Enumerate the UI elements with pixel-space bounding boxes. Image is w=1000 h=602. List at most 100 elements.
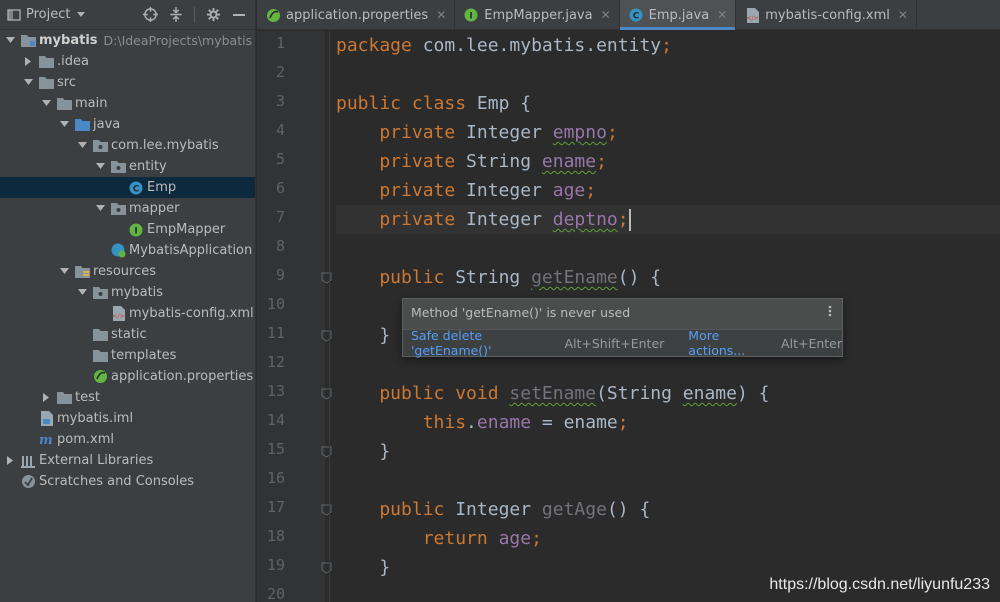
tree-item[interactable]: entity (0, 156, 255, 177)
tree-item-label: External Libraries (39, 453, 154, 468)
code-line[interactable] (336, 234, 1000, 263)
tree-item[interactable]: resources (0, 261, 255, 282)
gear-icon[interactable] (205, 7, 221, 23)
code-token: () { (617, 267, 662, 288)
interface-icon: I (128, 222, 144, 238)
code-line[interactable]: private String ename; (336, 147, 1000, 176)
tree-item[interactable]: com.lee.mybatis (0, 135, 255, 156)
close-icon[interactable]: ✕ (898, 8, 908, 22)
close-icon[interactable]: ✕ (601, 8, 611, 22)
tree-item-label: test (75, 390, 100, 405)
code-line[interactable]: private Integer empno; (336, 118, 1000, 147)
tree-item[interactable]: MybatisApplication (0, 240, 255, 261)
editor-tab[interactable]: C Emp.java ✕ (619, 0, 737, 30)
tree-item[interactable]: src (0, 72, 255, 93)
line-number: 19 (266, 556, 285, 574)
project-view-selector[interactable]: Project (26, 7, 70, 22)
close-icon[interactable]: ✕ (436, 8, 446, 22)
code-line[interactable]: private Integer deptno; (336, 205, 1000, 234)
editor-tab[interactable]: application.properties ✕ (257, 0, 456, 30)
chevron-down-icon[interactable] (40, 98, 52, 110)
code-token: . (466, 412, 477, 433)
code-token: this (336, 412, 467, 433)
line-number: 15 (266, 440, 285, 458)
tree-item[interactable]: </> mybatis-config.xml (0, 303, 255, 324)
fold-marker-icon[interactable] (321, 446, 332, 458)
line-number: 13 (266, 382, 285, 400)
tree-item-label: mybatis (111, 285, 164, 300)
chevron-down-icon[interactable] (22, 77, 34, 89)
safe-delete-link[interactable]: Safe delete 'getEname()' (411, 328, 554, 358)
close-icon[interactable]: ✕ (717, 8, 727, 22)
tree-item[interactable]: test (0, 387, 255, 408)
fold-marker-icon[interactable] (321, 504, 332, 516)
code-line[interactable] (336, 466, 1000, 495)
code-token: (String (596, 383, 683, 404)
svg-text:I: I (470, 12, 473, 22)
chevron-right-icon[interactable] (22, 56, 34, 68)
tree-item[interactable]: mybatis.iml (0, 408, 255, 429)
code-token: return (336, 528, 499, 549)
code-token: age (552, 180, 586, 201)
tree-item-label: src (57, 75, 76, 90)
chevron-down-icon[interactable] (58, 119, 70, 131)
xml-file-icon: </> (110, 306, 126, 322)
code-line[interactable]: } (336, 437, 1000, 466)
code-line[interactable]: public String getEname() { (336, 263, 1000, 292)
tree-item[interactable]: External Libraries (0, 450, 255, 471)
code-line[interactable]: private Integer age; (336, 176, 1000, 205)
code-line[interactable] (336, 60, 1000, 89)
tree-item[interactable]: mybatis D:\IdeaProjects\mybatis (0, 30, 255, 51)
chevron-down-icon[interactable] (94, 203, 106, 215)
code-line[interactable]: public class Emp { (336, 89, 1000, 118)
editor-tab[interactable]: </> mybatis-config.xml ✕ (736, 0, 917, 30)
code-token: public class (336, 93, 477, 114)
tree-item[interactable]: main (0, 93, 255, 114)
tree-item[interactable]: C Emp (0, 177, 255, 198)
tree-item-label: mybatis (39, 33, 98, 48)
tab-label: Emp.java (648, 7, 710, 23)
tree-item[interactable]: java (0, 114, 255, 135)
code-line[interactable]: public void setEname(String ename) { (336, 379, 1000, 408)
chevron-down-icon[interactable] (76, 7, 86, 22)
tree-item[interactable]: application.properties (0, 366, 255, 387)
code-token: } (336, 441, 391, 462)
collapse-icon[interactable] (168, 7, 184, 23)
minimize-icon[interactable] (231, 7, 247, 23)
tree-item[interactable]: m pom.xml (0, 429, 255, 450)
code-line[interactable]: return age; (336, 524, 1000, 553)
code-line[interactable]: public Integer getAge() { (336, 495, 1000, 524)
tree-item[interactable]: static (0, 324, 255, 345)
code-token: public void (336, 383, 510, 404)
tree-item[interactable]: mybatis (0, 282, 255, 303)
chevron-down-icon[interactable] (76, 140, 88, 152)
tree-item[interactable]: Scratches and Consoles (0, 471, 255, 492)
code-line[interactable]: this.ename = ename; (336, 408, 1000, 437)
crosshair-icon[interactable] (142, 7, 158, 23)
tree-item-label: mybatis.iml (57, 411, 134, 426)
scratches-icon (20, 474, 36, 490)
chevron-right-icon[interactable] (4, 455, 16, 467)
tree-item[interactable]: templates (0, 345, 255, 366)
chevron-down-icon[interactable] (4, 35, 16, 47)
editor-tab[interactable]: I EmpMapper.java ✕ (455, 0, 620, 30)
code-token: ename (541, 151, 597, 172)
fold-marker-icon[interactable] (321, 388, 332, 400)
more-actions-link[interactable]: More actions... (688, 328, 773, 358)
code-token: ename (682, 383, 737, 404)
more-vertical-icon[interactable] (828, 305, 832, 321)
fold-marker-icon[interactable] (321, 330, 332, 342)
tree-item[interactable]: mapper (0, 198, 255, 219)
tree-item[interactable]: .idea (0, 51, 255, 72)
chevron-down-icon[interactable] (76, 287, 88, 299)
tree-item-label: mybatis-config.xml (129, 306, 254, 321)
chevron-right-icon[interactable] (40, 392, 52, 404)
chevron-down-icon[interactable] (94, 161, 106, 173)
code-line[interactable]: package com.lee.mybatis.entity; (336, 31, 1000, 60)
tree-item[interactable]: I EmpMapper (0, 219, 255, 240)
fold-marker-icon[interactable] (321, 562, 332, 574)
chevron-down-icon[interactable] (58, 266, 70, 278)
fold-marker-icon[interactable] (321, 272, 332, 284)
